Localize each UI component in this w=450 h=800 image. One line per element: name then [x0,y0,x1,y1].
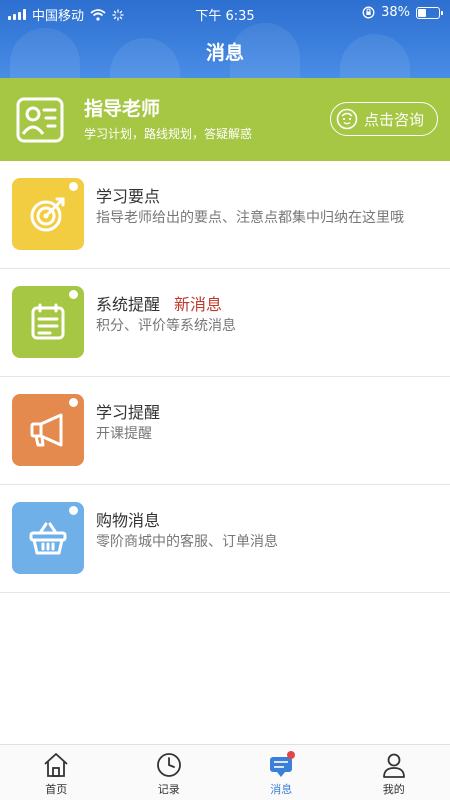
unread-dot [69,182,78,191]
person-icon [382,753,405,778]
tab-label: 我的 [382,783,405,796]
message-item-study-reminder[interactable]: 学习提醒 开课提醒 [0,377,450,485]
tab-label: 首页 [45,783,68,796]
unread-dot [69,398,78,407]
consult-button[interactable]: 点击咨询 [330,102,438,136]
message-item-title: 学习要点 [96,187,161,206]
clock-icon [156,753,181,777]
message-item-shopping[interactable]: 购物消息 零阶商城中的客服、订单消息 [0,485,450,593]
megaphone-icon [30,413,63,447]
message-item-desc: 开课提醒 [96,426,152,442]
message-item-tile [12,178,84,250]
message-item-tile [12,286,84,358]
status-bar: 中国移动 下午 6:35 38% [0,0,450,26]
orientation-lock-icon [362,6,375,19]
message-item-tile [12,502,84,574]
target-icon [30,197,65,232]
bottom-tab-bar: 首页 记录 消息 我的 [0,744,450,800]
message-item-system[interactable]: 系统提醒 新消息 积分、评价等系统消息 [0,269,450,377]
notification-dot [287,751,295,759]
message-list: 学习要点 指导老师给出的要点、注意点都集中归纳在这里哦 系统提醒 新消息 积分、评… [0,161,450,593]
unread-dot [69,506,78,515]
tab-home[interactable]: 首页 [0,745,113,800]
page-title: 消息 [205,42,244,64]
tab-messages[interactable]: 消息 [225,745,338,800]
message-item-desc: 零阶商城中的客服、订单消息 [96,534,278,550]
teacher-banner[interactable]: 指导老师 学习计划，路线规划，答疑解惑 点击咨询 [0,78,450,161]
message-item-desc: 指导老师给出的要点、注意点都集中归纳在这里哦 [96,210,404,226]
message-item-desc: 积分、评价等系统消息 [96,318,236,334]
message-item-tile [12,394,84,466]
battery-icon [416,6,443,19]
message-item-title: 学习提醒 [96,403,161,422]
teacher-subtitle: 学习计划，路线规划，答疑解惑 [84,127,253,141]
smile-face-icon [336,108,358,130]
tab-label: 记录 [157,783,180,796]
home-icon [44,753,68,777]
new-message-badge: 新消息 [174,295,223,314]
tab-profile[interactable]: 我的 [338,745,450,800]
message-item-study-points[interactable]: 学习要点 指导老师给出的要点、注意点都集中归纳在这里哦 [0,161,450,269]
message-item-title: 系统提醒 新消息 [96,295,223,314]
battery-percent: 38% [381,5,410,20]
header: 中国移动 下午 6:35 38% 消息 [0,0,450,78]
unread-dot [69,290,78,299]
teacher-title: 指导老师 [84,98,161,120]
tab-label: 消息 [270,783,293,796]
consult-label: 点击咨询 [364,110,425,129]
calendar-list-icon [31,303,65,340]
basket-icon [29,522,67,555]
tab-records[interactable]: 记录 [113,745,226,800]
teacher-board-icon [16,97,64,143]
message-item-title: 购物消息 [96,511,161,530]
